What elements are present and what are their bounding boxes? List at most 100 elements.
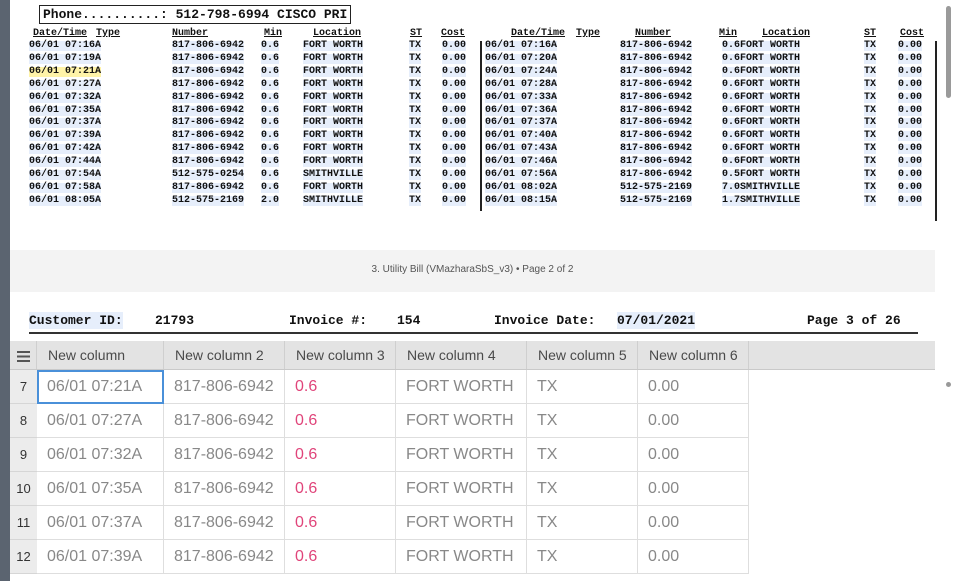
right-call-cell: 0.00 <box>898 91 923 103</box>
row-number[interactable]: 10 <box>10 472 37 506</box>
grid-cell[interactable]: 0.6 <box>285 540 396 574</box>
left-call-cell: TX <box>409 65 422 77</box>
header-min-2: Min <box>719 28 738 39</box>
grid-cell[interactable]: 817-806-6942 <box>164 472 285 506</box>
left-call-cell: 0.00 <box>442 117 467 129</box>
right-call-cell: 0.6 <box>722 130 741 142</box>
left-call-cell: 0.00 <box>442 65 467 77</box>
right-call-cell: FORT WORTH <box>740 65 801 77</box>
header-rule <box>29 332 918 334</box>
grid-cell[interactable]: FORT WORTH <box>396 404 527 438</box>
grid-column-header[interactable]: New column 4 <box>396 341 527 369</box>
grid-row: 11 06/01 07:37A 817-806-6942 0.6 FORT WORTH T… <box>10 506 935 540</box>
grid-cell[interactable]: 06/01 07:21A <box>37 370 164 404</box>
grid-cell[interactable]: 0.00 <box>638 404 749 438</box>
right-call-cell: 06/01 07:37A <box>485 117 558 129</box>
left-call-cell: 0.6 <box>261 40 280 51</box>
grid-cell[interactable]: 06/01 07:39A <box>37 540 164 574</box>
invoice-number-value: 154 <box>397 313 421 328</box>
vertical-scrollbar[interactable] <box>946 6 951 98</box>
phone-label: Phone..........: 512-798-6994 CISCO PRI <box>39 5 352 24</box>
left-call-cell: 817-806-6942 <box>172 130 245 142</box>
invoice-date-value: 07/01/2021 <box>617 312 696 329</box>
grid-cell[interactable]: FORT WORTH <box>396 370 527 404</box>
row-number[interactable]: 8 <box>10 404 37 438</box>
left-call-cell: TX <box>409 40 422 51</box>
grid-cell[interactable]: 817-806-6942 <box>164 540 285 574</box>
right-call-cell: 0.6 <box>722 143 741 155</box>
right-call-cell: 06/01 07:46A <box>485 156 558 168</box>
grid-column-header[interactable]: New column 5 <box>527 341 638 369</box>
hamburger-icon[interactable] <box>10 341 37 369</box>
right-call-cell: TX <box>864 78 877 90</box>
row-number[interactable]: 11 <box>10 506 37 540</box>
right-call-cell: 0.00 <box>898 117 923 129</box>
grid-cell[interactable]: FORT WORTH <box>396 472 527 506</box>
right-call-cell: 817-806-6942 <box>620 78 693 90</box>
left-call-cell: 06/01 07:21A <box>29 65 102 77</box>
left-call-cell: FORT WORTH <box>303 156 364 168</box>
grid-cell[interactable]: 0.00 <box>638 472 749 506</box>
right-call-cell: 512-575-2169 <box>620 194 693 206</box>
grid-column-header[interactable]: New column <box>37 341 164 369</box>
right-call-cell: 512-575-2169 <box>620 181 693 193</box>
right-call-cell: 0.00 <box>898 40 923 51</box>
grid-cell[interactable]: 06/01 07:27A <box>37 404 164 438</box>
grid-cell[interactable]: FORT WORTH <box>396 506 527 540</box>
row-number[interactable]: 12 <box>10 540 37 574</box>
left-call-cell: 512-575-0254 <box>172 169 245 180</box>
grid-cell[interactable]: 06/01 07:32A <box>37 438 164 472</box>
grid-cell[interactable]: 817-806-6942 <box>164 370 285 404</box>
grid-cell[interactable]: 817-806-6942 <box>164 506 285 540</box>
grid-cell[interactable]: TX <box>527 370 638 404</box>
right-call-cell: 817-806-6942 <box>620 40 693 51</box>
grid-cell[interactable]: 0.00 <box>638 438 749 472</box>
grid-cell[interactable]: TX <box>527 438 638 472</box>
left-call-cell: 06/01 07:44A <box>29 156 102 168</box>
grid-cell[interactable]: 06/01 07:35A <box>37 472 164 506</box>
grid-cell[interactable]: TX <box>527 506 638 540</box>
left-call-cell: 06/01 08:05A <box>29 194 102 206</box>
grid-cell[interactable]: 0.6 <box>285 370 396 404</box>
left-call-cell: 0.6 <box>261 65 280 77</box>
left-call-cell: TX <box>409 117 422 129</box>
grid-column-header[interactable]: New column 2 <box>164 341 285 369</box>
grid-cell[interactable]: 0.6 <box>285 472 396 506</box>
row-number[interactable]: 9 <box>10 438 37 472</box>
left-call-cell: 817-806-6942 <box>172 65 245 77</box>
resize-handle[interactable] <box>946 382 951 387</box>
right-call-cell: 0.6 <box>722 52 741 64</box>
left-call-cell: 06/01 07:58A <box>29 181 102 193</box>
right-call-cell: FORT WORTH <box>740 104 801 116</box>
right-call-cell: FORT WORTH <box>740 143 801 155</box>
grid-cell[interactable]: TX <box>527 540 638 574</box>
left-call-cell: 0.00 <box>442 169 467 180</box>
grid-cell[interactable]: 0.00 <box>638 506 749 540</box>
left-call-cell: 0.00 <box>442 52 467 64</box>
grid-cell[interactable]: 0.6 <box>285 506 396 540</box>
right-call-cell: 817-806-6942 <box>620 117 693 129</box>
right-call-cell: SMITHVILLE <box>740 194 801 206</box>
grid-cell[interactable]: 06/01 07:37A <box>37 506 164 540</box>
right-call-cell: 1.7 <box>722 194 741 206</box>
grid-cell[interactable]: FORT WORTH <box>396 438 527 472</box>
grid-cell[interactable]: TX <box>527 472 638 506</box>
grid-cell[interactable]: 0.6 <box>285 404 396 438</box>
grid-cell[interactable]: 817-806-6942 <box>164 404 285 438</box>
left-call-cell: TX <box>409 78 422 90</box>
right-call-cell: 0.6 <box>722 117 741 129</box>
left-call-cell: 0.6 <box>261 143 280 155</box>
grid-cell[interactable]: 817-806-6942 <box>164 438 285 472</box>
grid-column-header[interactable]: New column 3 <box>285 341 396 369</box>
right-call-cell: 06/01 07:40A <box>485 130 558 142</box>
row-number[interactable]: 7 <box>10 370 37 404</box>
grid-cell[interactable]: 0.00 <box>638 370 749 404</box>
right-call-cell: 06/01 07:43A <box>485 143 558 155</box>
grid-cell[interactable]: 0.00 <box>638 540 749 574</box>
grid-cell[interactable]: TX <box>527 404 638 438</box>
grid-cell[interactable]: FORT WORTH <box>396 540 527 574</box>
grid-cell[interactable]: 0.6 <box>285 438 396 472</box>
right-call-cell: 06/01 08:15A <box>485 194 558 206</box>
grid-column-header[interactable]: New column 6 <box>638 341 749 369</box>
left-call-cell: FORT WORTH <box>303 78 364 90</box>
